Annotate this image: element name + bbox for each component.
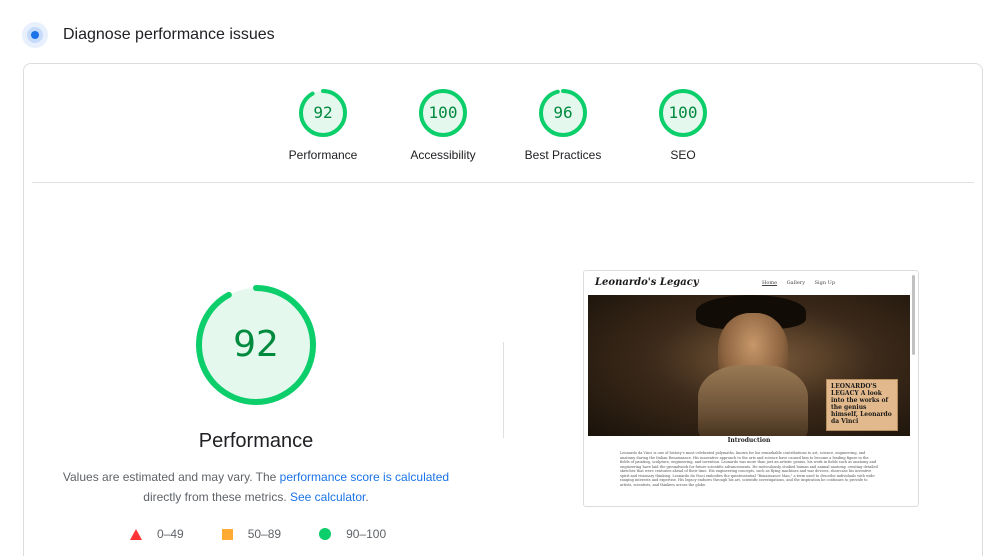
- site-nav-link: Gallery: [786, 280, 806, 286]
- gauge-seo[interactable]: 100 SEO: [623, 88, 743, 162]
- gauge-label: SEO: [670, 148, 696, 162]
- gauge-performance[interactable]: 92 Performance: [263, 88, 383, 162]
- gauge-score: 96: [553, 103, 573, 122]
- main-score: 92: [233, 324, 279, 365]
- legend-label: 50–89: [247, 527, 282, 541]
- performance-score-link[interactable]: performance score is calculated: [280, 470, 449, 484]
- legend-fail: 0–49: [130, 527, 184, 541]
- score-description: Values are estimated and may vary. The p…: [46, 467, 466, 507]
- screenshot-scrollbar: [912, 275, 915, 355]
- gauge-label: Best Practices: [524, 148, 602, 162]
- gauge-accessibility[interactable]: 100 Accessibility: [383, 88, 503, 162]
- site-navbar: Leonardo's Legacy Home Gallery Sign Up: [584, 271, 914, 295]
- see-calculator-link[interactable]: See calculator: [290, 490, 365, 504]
- hero-caption-box: LEONARDO'S LEGACY A look into the works …: [826, 379, 898, 431]
- main-performance-gauge: 92: [195, 284, 317, 406]
- gauge-best-practices[interactable]: 96 Best Practices: [503, 88, 623, 162]
- gauge-label: Accessibility: [410, 148, 476, 162]
- desc-text: directly from these metrics.: [143, 490, 290, 504]
- gauge-ring: 100: [658, 88, 708, 138]
- final-screenshot[interactable]: Leonardo's Legacy Home Gallery Sign Up L…: [583, 270, 919, 507]
- desc-text: .: [365, 490, 369, 504]
- main-title: Performance: [198, 430, 314, 452]
- gauge-ring: 100: [418, 88, 468, 138]
- performance-target-icon: [22, 22, 48, 48]
- gauge-ring: 92: [298, 88, 348, 138]
- legend-pass: 90–100: [319, 527, 386, 541]
- gauge-label: Performance: [288, 148, 358, 162]
- report-card: 92 Performance 100 Accessibility 96 Best…: [23, 63, 983, 556]
- site-intro-title: Introduction: [727, 437, 771, 444]
- gauge-score: 92: [313, 103, 333, 122]
- site-nav-link: Home: [762, 280, 778, 286]
- legend-label: 90–100: [346, 527, 387, 541]
- triangle-fail-icon: [130, 528, 142, 540]
- section-title: Diagnose performance issues: [63, 26, 275, 43]
- gauge-score: 100: [428, 103, 458, 122]
- portrait-beard: [698, 365, 808, 436]
- section-header: Diagnose performance issues: [22, 21, 275, 49]
- site-logo: Leonardo's Legacy: [595, 277, 699, 288]
- vertical-divider: [503, 342, 504, 438]
- gauge-score: 100: [668, 103, 698, 122]
- score-legend: 0–49 50–89 90–100: [130, 526, 424, 542]
- legend-average: 50–89: [221, 527, 282, 541]
- site-nav-link: Sign Up: [814, 280, 836, 286]
- site-nav-links: Home Gallery Sign Up: [762, 280, 843, 286]
- divider: [32, 182, 974, 183]
- category-gauges: 92 Performance 100 Accessibility 96 Best…: [24, 88, 982, 168]
- desc-text: Values are estimated and may vary. The: [62, 470, 280, 484]
- square-average-icon: [221, 528, 233, 540]
- site-intro-text: Leonardo da Vinci is one of history's mo…: [620, 451, 878, 487]
- legend-label: 0–49: [157, 527, 184, 541]
- hero-portrait-image: LEONARDO'S LEGACY A look into the works …: [588, 295, 910, 436]
- circle-pass-icon: [319, 528, 332, 540]
- gauge-ring: 96: [538, 88, 588, 138]
